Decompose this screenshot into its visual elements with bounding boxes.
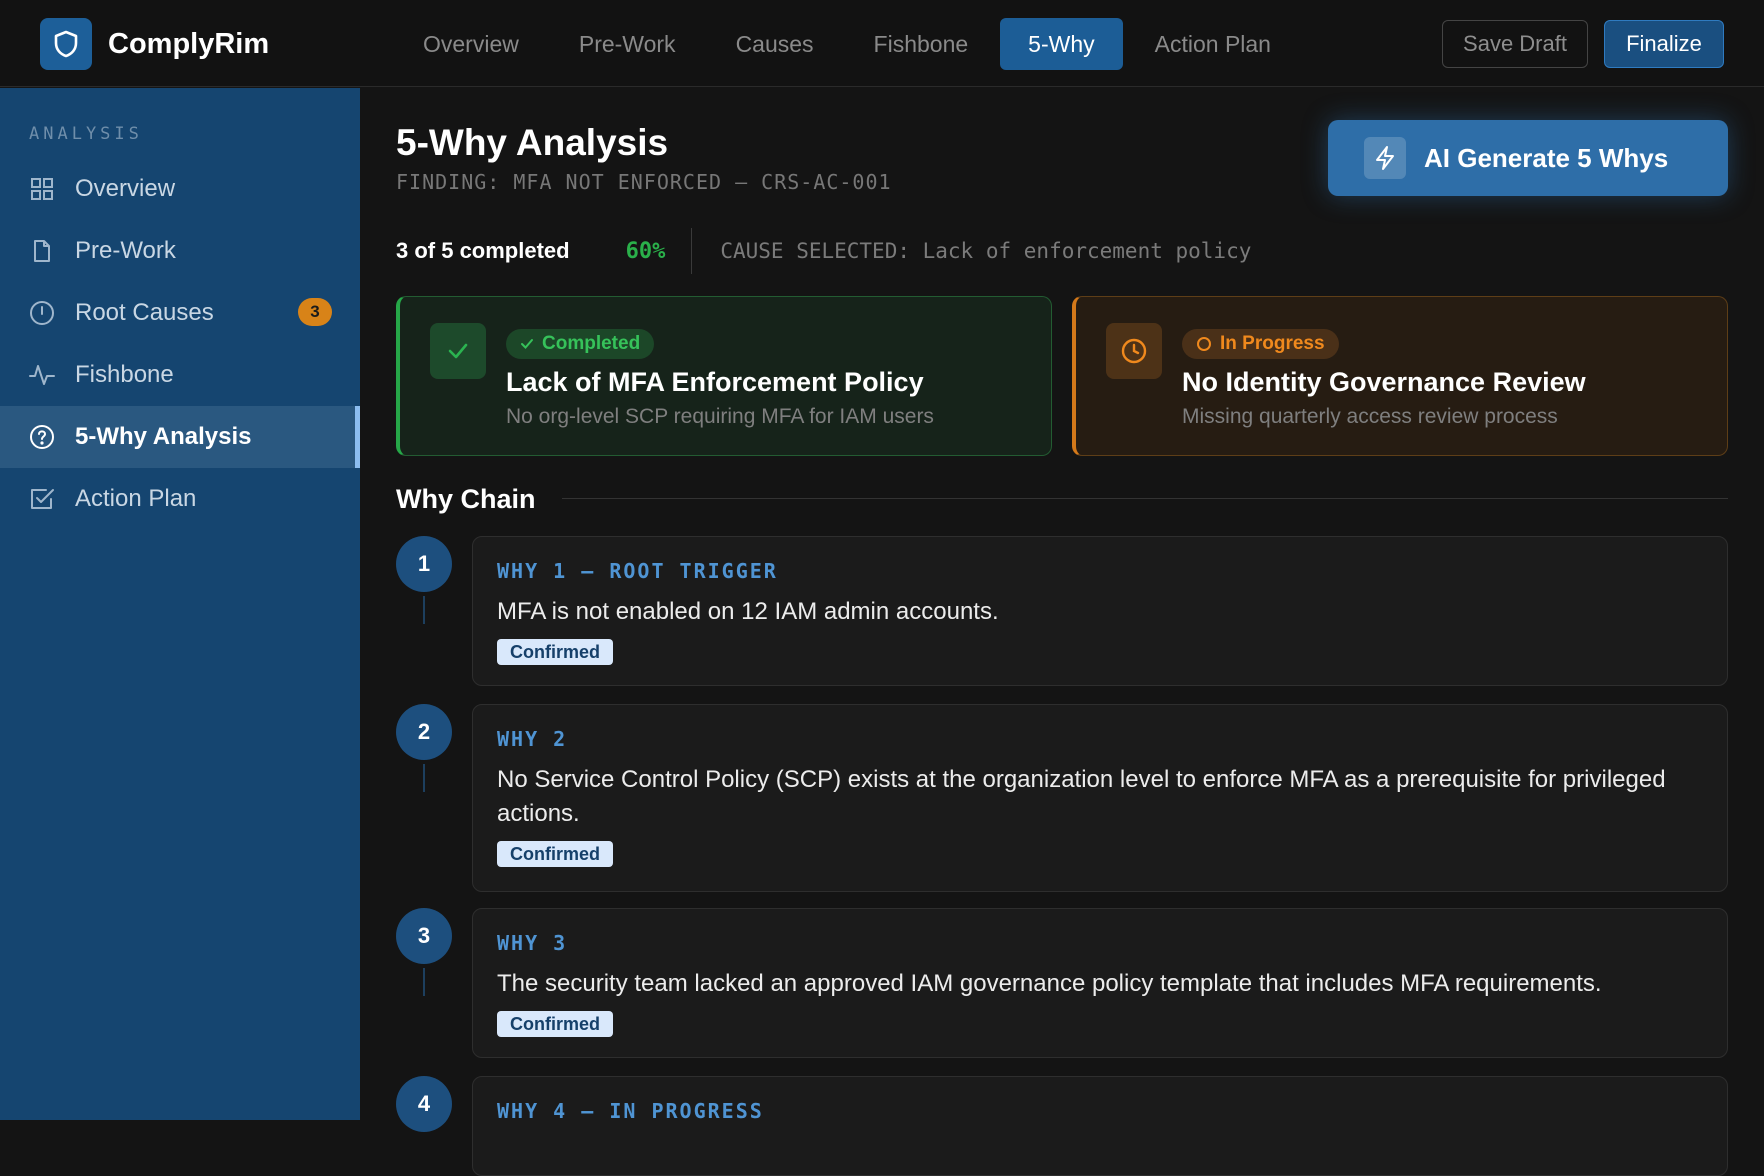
sidebar-item-5-why-analysis[interactable]: 5-Why Analysis [0,406,360,468]
count-badge: 3 [298,298,332,326]
cause-title: Lack of MFA Enforcement Policy [506,367,924,397]
sidebar-item-fishbone[interactable]: Fishbone [0,344,360,406]
page-title: 5-Why Analysis [396,122,669,163]
status-badge: In Progress [1182,329,1339,359]
app-name: ComplyRim [108,27,270,60]
check-icon [430,323,486,379]
section-title: Why Chain [396,484,536,514]
progress-row: 3 of 5 completed 60% CAUSE SELECTED: Lac… [396,226,1251,276]
confirmed-badge: Confirmed [497,1011,613,1037]
sidebar-item-action-plan[interactable]: Action Plan [0,468,360,530]
why-card[interactable]: WHY 2 No Service Control Policy (SCP) ex… [472,704,1728,892]
circle-icon [1197,337,1211,351]
why-connector [423,764,425,792]
progress-percent: 60% [625,238,666,264]
sidebar-item-label: Action Plan [75,485,197,512]
top-nav: Overview Pre-Work Causes Fishbone 5-Why … [395,18,1303,70]
status-label: In Progress [1220,333,1325,354]
checkbox-icon [29,486,55,512]
why-card[interactable]: WHY 1 — ROOT TRIGGER MFA is not enabled … [472,536,1728,686]
why-connector [423,596,425,624]
why-label: WHY 2 [497,727,568,751]
why-step-number: 1 [396,536,452,592]
cause-selected: CAUSE SELECTED: Lack of enforcement poli… [720,239,1252,263]
why-label: WHY 4 — IN PROGRESS [497,1099,764,1123]
section-divider [562,498,1728,499]
why-text: The security team lacked an approved IAM… [497,970,1602,997]
tab-5-why[interactable]: 5-Why [1000,18,1123,70]
clock-icon [1106,323,1162,379]
alert-circle-icon [29,300,55,326]
sidebar-item-label: Overview [75,175,176,202]
why-connector [423,968,425,996]
cause-description: Missing quarterly access review process [1182,405,1558,428]
shield-icon [40,18,92,70]
why-card[interactable]: WHY 4 — IN PROGRESS [472,1076,1728,1176]
confirmed-badge: Confirmed [497,841,613,867]
sidebar-item-label: Fishbone [75,361,174,388]
ai-generate-button[interactable]: AI Generate 5 Whys [1328,120,1728,196]
why-label: WHY 3 [497,931,568,955]
tab-pre-work[interactable]: Pre-Work [551,18,704,70]
sidebar-item-label: Root Causes [75,299,214,326]
grid-icon [29,176,55,202]
sidebar-item-root-causes[interactable]: Root Causes 3 [0,282,360,344]
lightning-icon [1364,137,1406,179]
tab-causes[interactable]: Causes [708,18,842,70]
cause-title: No Identity Governance Review [1182,367,1586,397]
help-circle-icon [29,424,55,450]
status-label: Completed [542,333,641,354]
tab-action-plan[interactable]: Action Plan [1127,18,1299,70]
sidebar-item-label: 5-Why Analysis [75,423,252,450]
main-content: 5-Why Analysis FINDING: MFA NOT ENFORCED… [360,88,1764,1176]
why-step-number: 3 [396,908,452,964]
check-small-icon [521,339,533,349]
sidebar-item-pre-work[interactable]: Pre-Work [0,220,360,282]
finding-subtitle: FINDING: MFA NOT ENFORCED — CRS-AC-001 [396,170,892,194]
status-badge: Completed [506,329,655,359]
pulse-icon [29,362,55,388]
confirmed-badge: Confirmed [497,639,613,665]
sidebar-item-label: Pre-Work [75,237,176,264]
sidebar-section-label: ANALYSIS [29,124,143,144]
tab-overview[interactable]: Overview [395,18,547,70]
finalize-button[interactable]: Finalize [1604,20,1724,68]
save-draft-button[interactable]: Save Draft [1442,20,1588,68]
sidebar: ANALYSIS Overview Pre-Work Root Causes 3… [0,88,360,1120]
tab-fishbone[interactable]: Fishbone [846,18,997,70]
why-label: WHY 1 — ROOT TRIGGER [497,559,778,583]
why-card[interactable]: WHY 3 The security team lacked an approv… [472,908,1728,1058]
why-step-number: 4 [396,1076,452,1132]
divider [691,228,693,274]
brand[interactable]: ComplyRim [40,18,269,70]
cause-card-in-progress[interactable]: In Progress No Identity Governance Revie… [1072,296,1728,456]
top-bar: ComplyRim Overview Pre-Work Causes Fishb… [0,0,1764,87]
ai-generate-label: AI Generate 5 Whys [1424,142,1669,173]
why-text: MFA is not enabled on 12 IAM admin accou… [497,598,999,625]
progress-text: 3 of 5 completed [396,238,570,263]
cause-card-completed[interactable]: Completed Lack of MFA Enforcement Policy… [396,296,1052,456]
document-icon [29,238,55,264]
sidebar-item-overview[interactable]: Overview [0,158,360,220]
why-step-number: 2 [396,704,452,760]
cause-description: No org-level SCP requiring MFA for IAM u… [506,405,934,428]
why-text: No Service Control Policy (SCP) exists a… [497,766,1666,827]
